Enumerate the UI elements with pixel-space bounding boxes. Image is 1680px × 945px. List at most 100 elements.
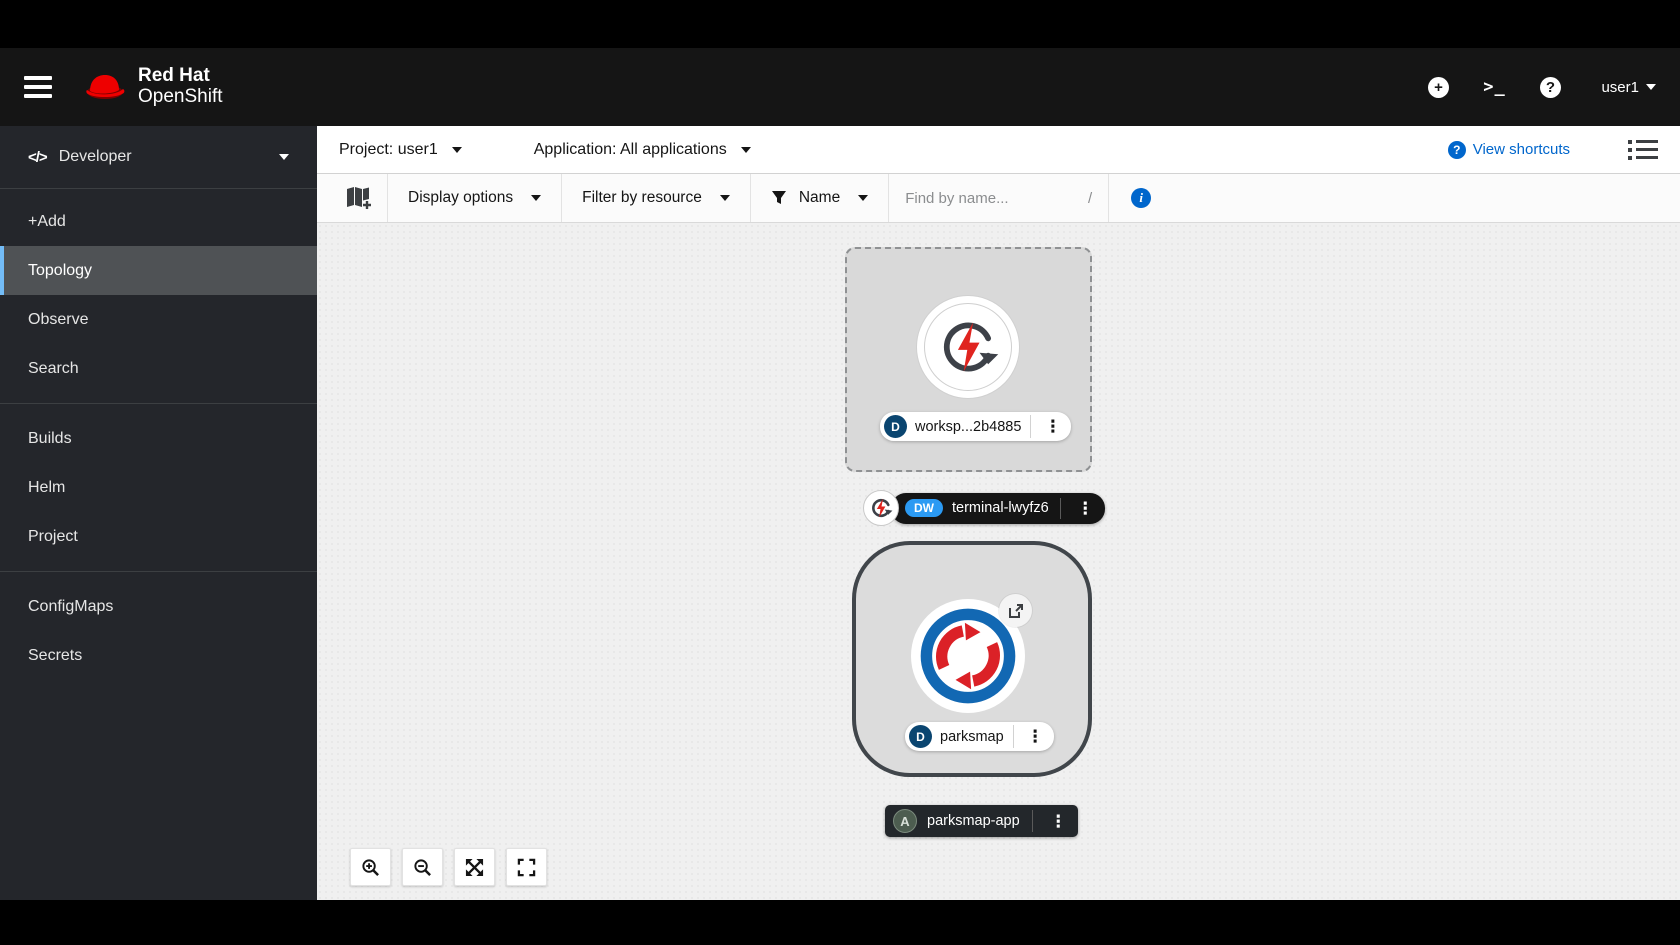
topology-canvas[interactable]: D worksp...2b4885 ⋮ DW terminal-lwyfz6 (317, 223, 1680, 900)
application-badge: A (893, 809, 917, 833)
caret-down-icon (452, 147, 462, 153)
view-shortcuts-link[interactable]: ? View shortcuts (1448, 141, 1570, 159)
workspace-node[interactable] (916, 295, 1020, 399)
code-icon: </> (28, 149, 47, 166)
corner-brackets-icon (517, 858, 536, 877)
terminal-node[interactable] (863, 490, 899, 526)
filter-by-resource-label: Filter by resource (582, 189, 702, 207)
web-terminal-icon[interactable]: >_ (1483, 76, 1505, 98)
zoom-in-button[interactable] (350, 848, 391, 886)
brand-text: Red Hat OpenShift (138, 66, 223, 107)
terminal-node-label[interactable]: DW terminal-lwyfz6 ⋮ (891, 493, 1105, 524)
pill-divider (1030, 415, 1031, 438)
zoom-out-icon (413, 858, 432, 877)
keyboard-shortcut-hint: / (1088, 190, 1092, 207)
sidebar-item-topology[interactable]: Topology (0, 246, 317, 295)
top-letterbox (0, 0, 1680, 48)
devworkspace-spinner-icon (868, 495, 894, 521)
view-shortcuts-label: View shortcuts (1473, 141, 1570, 158)
application-dropdown-label: Application: All applications (534, 141, 727, 159)
redhat-fedora-icon (84, 70, 128, 104)
masthead-utilities: + >_ ? user1 (1427, 76, 1656, 98)
sidebar-item-secrets[interactable]: Secrets (0, 631, 317, 680)
topology-toolbar: Display options Filter by resource Name … (317, 174, 1680, 223)
sidebar-divider (0, 571, 317, 572)
caret-down-icon (741, 147, 751, 153)
sidebar-item-project[interactable]: Project (0, 512, 317, 561)
caret-down-icon (858, 195, 868, 201)
caret-down-icon (279, 154, 289, 160)
workspace-node-name: worksp...2b4885 (915, 419, 1021, 435)
pill-divider (1032, 810, 1033, 832)
info-circle-icon[interactable]: i (1131, 188, 1151, 208)
topology-controls (350, 848, 547, 886)
pill-divider (1013, 725, 1014, 748)
zoom-out-button[interactable] (402, 848, 443, 886)
quick-create-plus-icon[interactable]: + (1427, 76, 1449, 98)
sidebar-item-builds[interactable]: Builds (0, 414, 317, 463)
application-group-name: parksmap-app (927, 813, 1020, 829)
context-bar: Project: user1 Application: All applicat… (317, 126, 1680, 174)
sidebar-item-add[interactable]: +Add (0, 197, 317, 246)
user-menu[interactable]: user1 (1601, 79, 1656, 96)
expand-arrows-icon (465, 858, 484, 877)
caret-down-icon (720, 195, 730, 201)
devworkspace-spinner-icon (932, 311, 1004, 383)
zoom-in-icon (361, 858, 380, 877)
guided-tour-book-icon (343, 183, 373, 213)
kebab-menu-icon[interactable]: ⋮ (1045, 813, 1072, 830)
project-dropdown[interactable]: Project: user1 (339, 141, 462, 159)
deployment-badge: D (884, 415, 907, 438)
find-by-name-input[interactable] (905, 190, 1065, 207)
reset-view-button[interactable] (506, 848, 547, 886)
kebab-menu-icon[interactable]: ⋮ (1023, 728, 1048, 745)
kebab-menu-icon[interactable]: ⋮ (1072, 500, 1099, 517)
filter-type-dropdown[interactable]: Name (751, 174, 889, 222)
caret-down-icon (1646, 84, 1656, 90)
project-dropdown-label: Project: user1 (339, 141, 438, 159)
workspace-node-label[interactable]: D worksp...2b4885 ⋮ (880, 412, 1071, 441)
main-content: Project: user1 Application: All applicat… (317, 126, 1680, 900)
list-view-toggle-icon[interactable] (1628, 140, 1658, 160)
application-dropdown[interactable]: Application: All applications (534, 141, 751, 159)
perspective-label: Developer (59, 148, 132, 166)
fit-to-screen-button[interactable] (454, 848, 495, 886)
openshift-console: Red Hat OpenShift + >_ ? user1 </> Devel… (0, 0, 1680, 945)
kebab-menu-icon[interactable]: ⋮ (1040, 418, 1065, 435)
help-icon[interactable]: ? (1539, 76, 1561, 98)
brand-line1: Red Hat (138, 66, 223, 87)
caret-down-icon (531, 195, 541, 201)
sidebar-item-observe[interactable]: Observe (0, 295, 317, 344)
find-by-name-field: / (889, 174, 1109, 222)
display-options-dropdown[interactable]: Display options (388, 174, 562, 222)
open-url-button[interactable] (999, 594, 1032, 627)
terminal-node-name: terminal-lwyfz6 (952, 500, 1049, 516)
external-link-icon (1008, 603, 1024, 619)
brand-line2: OpenShift (138, 87, 223, 108)
terminal-node-row: DW terminal-lwyfz6 ⋮ (863, 490, 1105, 526)
info-section: i (1109, 174, 1173, 222)
quick-search-button[interactable] (317, 174, 388, 222)
sidebar-item-configmaps[interactable]: ConfigMaps (0, 582, 317, 631)
question-circle-icon: ? (1448, 141, 1466, 159)
filter-type-label: Name (799, 189, 840, 207)
sidebar-divider (0, 403, 317, 404)
pill-divider (1060, 498, 1061, 519)
brand-logo: Red Hat OpenShift (84, 66, 223, 107)
display-options-label: Display options (408, 189, 513, 207)
perspective-switcher[interactable]: </> Developer (0, 126, 317, 189)
sidebar: </> Developer +Add Topology Observe Sear… (0, 126, 317, 900)
deployment-badge: D (909, 725, 932, 748)
sidebar-item-helm[interactable]: Helm (0, 463, 317, 512)
devworkspace-badge: DW (905, 499, 943, 517)
masthead: Red Hat OpenShift + >_ ? user1 (0, 48, 1680, 126)
user-name: user1 (1601, 79, 1639, 96)
sidebar-item-search[interactable]: Search (0, 344, 317, 393)
parksmap-node-label[interactable]: D parksmap ⋮ (905, 722, 1054, 751)
filter-funnel-icon (771, 190, 787, 206)
filter-by-resource-dropdown[interactable]: Filter by resource (562, 174, 751, 222)
application-group-label[interactable]: A parksmap-app ⋮ (885, 805, 1078, 837)
bottom-letterbox (0, 900, 1680, 945)
parksmap-node-name: parksmap (940, 729, 1004, 745)
nav-toggle-hamburger-icon[interactable] (24, 76, 52, 98)
